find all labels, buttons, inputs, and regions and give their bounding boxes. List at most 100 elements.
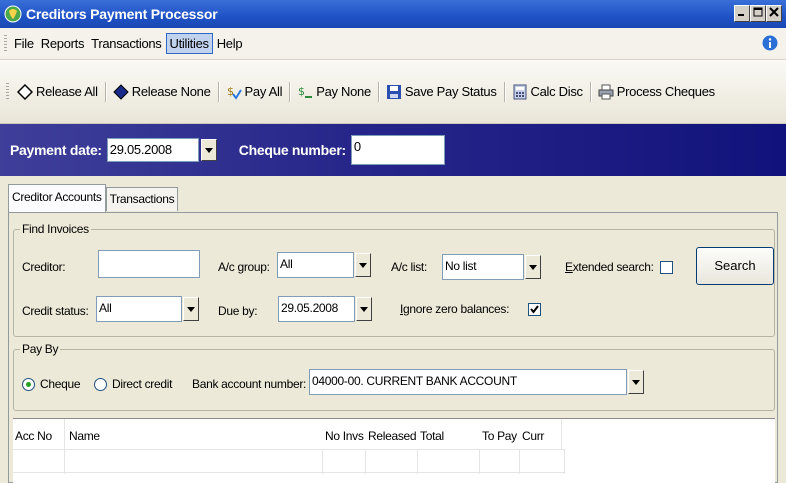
direct-credit-radio[interactable] (94, 378, 107, 391)
save-pay-status-button[interactable]: Save Pay Status (382, 82, 501, 102)
ac-list-label: A/c list: (391, 260, 427, 274)
ac-group-dropdown[interactable] (355, 253, 371, 277)
pay-all-button[interactable]: $ Pay All (222, 82, 287, 102)
menu-file[interactable]: File (11, 34, 37, 53)
cell-total[interactable] (418, 450, 480, 474)
col-name[interactable]: Name (65, 419, 323, 449)
cheque-number-label: Cheque number: (238, 142, 346, 158)
save-disk-icon (386, 84, 401, 99)
due-by-select[interactable]: 29.05.2008 (278, 296, 372, 322)
search-button[interactable]: Search (696, 247, 774, 285)
money-check-icon: $ (227, 85, 242, 100)
toolbar-separator (503, 81, 505, 102)
ac-list-select[interactable]: No list (442, 254, 541, 280)
ac-group-label: A/c group: (218, 260, 270, 274)
calculator-icon (513, 84, 527, 99)
tab-transactions[interactable]: Transactions (105, 187, 179, 211)
credit-status-label: Credit status: (22, 304, 89, 318)
tab-creditor-accounts[interactable]: Creditor Accounts (8, 184, 106, 212)
window-title: Creditors Payment Processor (26, 6, 218, 22)
menu-grip[interactable] (4, 34, 7, 53)
maximize-button[interactable] (750, 5, 766, 22)
grid-header: Acc No Name No Invs Released Total To Pa… (13, 419, 562, 449)
ac-group-select[interactable]: All (277, 252, 371, 278)
toolbar-separator (589, 81, 591, 102)
col-no-invs[interactable]: No Invs (323, 419, 366, 449)
direct-credit-label: Direct credit (112, 377, 173, 391)
money-dash-icon: $ (298, 85, 313, 98)
bank-account-value: 04000-00. CURRENT BANK ACCOUNT (309, 369, 627, 395)
payment-date-label: Payment date: (10, 142, 102, 158)
maximize-icon (753, 7, 763, 17)
radio-selected-dot (26, 382, 31, 387)
cell-acc-no[interactable] (13, 450, 65, 474)
search-button-label: Search (714, 258, 756, 273)
due-by-dropdown[interactable] (356, 297, 372, 321)
pay-all-label: Pay All (244, 84, 283, 99)
release-all-button[interactable]: Release All (13, 82, 102, 102)
cheque-radio-label: Cheque (40, 377, 81, 391)
find-invoices-title: Find Invoices (20, 222, 91, 236)
diamond-outline-icon (17, 83, 33, 100)
calc-disc-label: Calc Disc (530, 84, 584, 99)
chevron-down-icon (187, 306, 195, 312)
cell-name[interactable] (65, 450, 323, 474)
ignore-zero-checkbox[interactable] (528, 303, 541, 316)
cell-curr[interactable] (520, 450, 565, 474)
ac-group-value: All (277, 252, 354, 278)
svg-text:$: $ (227, 85, 234, 98)
find-invoices-group: Find Invoices Creditor: A/c group: All A… (13, 222, 775, 337)
ignore-zero-label: Ignore zero balances: (400, 302, 510, 316)
minimize-icon (738, 14, 744, 16)
menu-transactions[interactable]: Transactions (88, 34, 164, 53)
toolbar-grip[interactable] (6, 82, 9, 101)
extended-search-text: xtended search: (572, 260, 654, 274)
toolbar-separator (289, 81, 291, 102)
credit-status-select[interactable]: All (96, 296, 199, 322)
extended-search-checkbox[interactable] (660, 261, 673, 274)
credit-status-dropdown[interactable] (183, 297, 199, 321)
col-to-pay[interactable]: To Pay (480, 419, 520, 449)
cheque-radio[interactable] (22, 378, 35, 391)
pay-by-title: Pay By (20, 342, 61, 356)
calc-disc-button[interactable]: Calc Disc (508, 82, 587, 102)
menu-utilities[interactable]: Utilities (165, 33, 213, 54)
pay-none-button[interactable]: $ Pay None (293, 82, 375, 102)
extended-search-label: Extended search: (565, 260, 654, 274)
bank-account-select[interactable]: 04000-00. CURRENT BANK ACCOUNT (309, 369, 644, 395)
release-none-button[interactable]: Release None (109, 82, 215, 102)
table-row[interactable] (13, 449, 565, 474)
save-pay-status-label: Save Pay Status (404, 84, 497, 99)
ac-list-value: No list (442, 254, 524, 280)
creditor-label: Creditor: (22, 260, 66, 274)
toolbar-separator (104, 81, 106, 102)
creditor-input[interactable] (98, 250, 200, 278)
payment-date-dropdown[interactable] (200, 139, 217, 161)
diamond-filled-icon (113, 83, 129, 100)
cell-no-invs[interactable] (323, 450, 366, 474)
title-bar[interactable]: Creditors Payment Processor (0, 0, 786, 28)
bank-account-dropdown[interactable] (628, 370, 644, 394)
due-by-value: 29.05.2008 (278, 296, 355, 322)
ac-list-dropdown[interactable] (525, 255, 541, 279)
close-button[interactable] (766, 5, 782, 22)
cell-to-pay[interactable] (480, 450, 520, 474)
minimize-button[interactable] (734, 5, 750, 22)
creditor-accounts-panel: Find Invoices Creditor: A/c group: All A… (8, 212, 778, 483)
creditor-grid[interactable]: Acc No Name No Invs Released Total To Pa… (13, 418, 775, 483)
process-cheques-label: Process Cheques (616, 84, 715, 99)
col-curr[interactable]: Curr (520, 419, 562, 449)
info-icon[interactable] (762, 35, 778, 51)
toolbar: Release All Release None $ Pay All $ Pay… (0, 60, 786, 124)
payment-header: Payment date: 29.05.2008 Cheque number: … (0, 124, 786, 176)
menu-reports[interactable]: Reports (38, 34, 87, 53)
col-total[interactable]: Total (418, 419, 480, 449)
col-released[interactable]: Released (366, 419, 418, 449)
menu-help[interactable]: Help (214, 34, 246, 53)
cheque-number-field[interactable]: 0 (350, 135, 445, 165)
payment-date-field[interactable]: 29.05.2008 (106, 138, 199, 162)
app-logo-icon (4, 5, 22, 23)
process-cheques-button[interactable]: Process Cheques (594, 82, 719, 102)
col-acc-no[interactable]: Acc No (13, 419, 65, 449)
cell-released[interactable] (366, 450, 418, 474)
